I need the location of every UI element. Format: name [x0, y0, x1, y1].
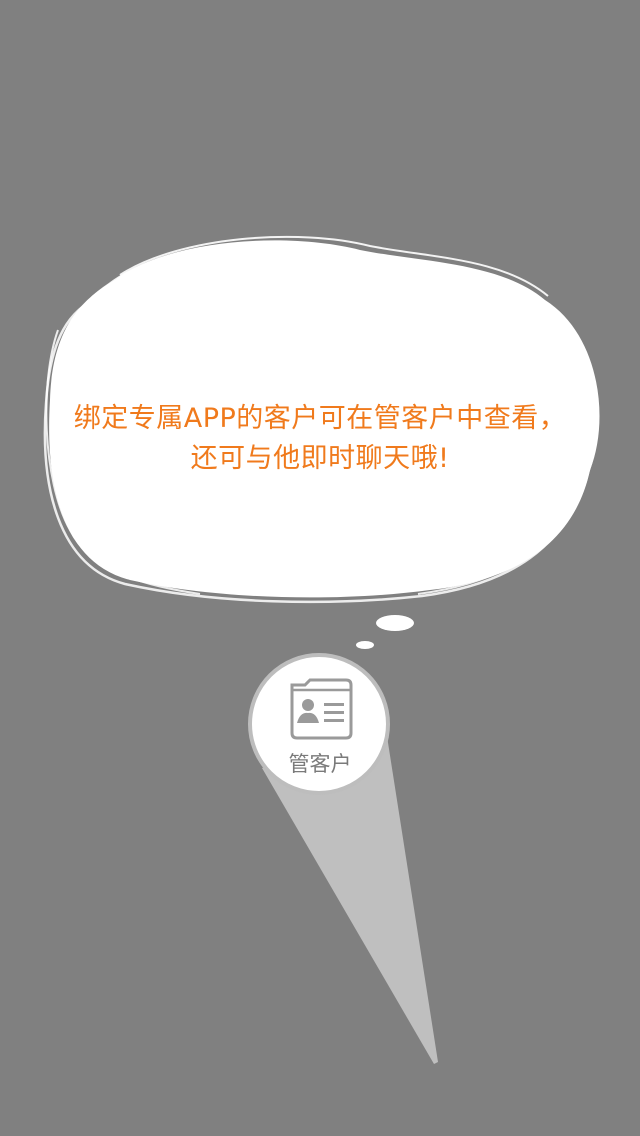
tip-text-line-2: 还可与他即时聊天哦! [190, 443, 450, 474]
guide-overlay[interactable]: 绑定专属APP的客户可在管客户中查看， 还可与他即时聊天哦! 管客户 [0, 0, 640, 1136]
tip-text-line-1: 绑定专属APP的客户可在管客户中查看， [73, 403, 567, 434]
guide-graphics [43, 235, 600, 1064]
bubble-trail-dot-small [356, 641, 374, 649]
bubble-trail-dot-large [376, 615, 414, 631]
feature-label[interactable]: 管客户 [250, 748, 390, 778]
